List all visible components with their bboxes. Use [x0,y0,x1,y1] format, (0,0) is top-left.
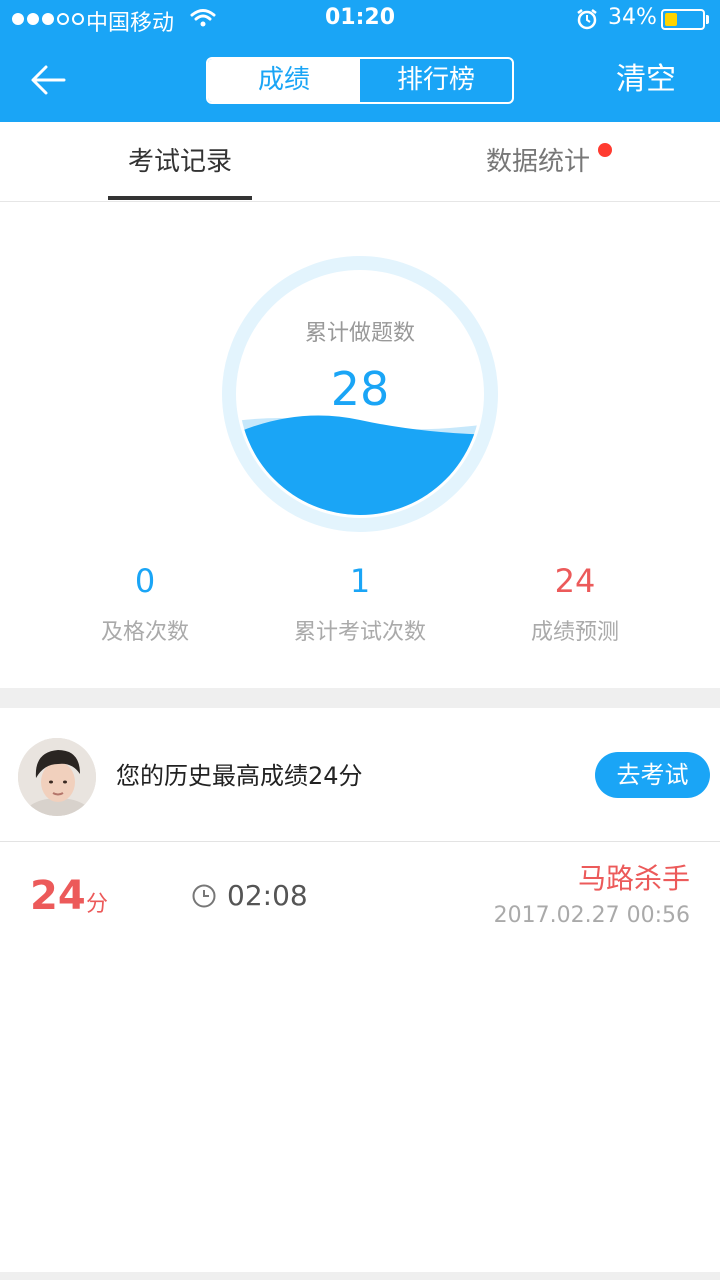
stat-exams: 1 累计考试次数 [240,560,480,646]
stat-passed-value: 0 [134,562,156,600]
record-score: 24 [30,873,86,919]
stat-prediction-value: 24 [554,562,596,600]
bottom-divider [0,1272,720,1280]
stat-exams-value: 1 [349,562,371,600]
record-score-unit: 分 [86,892,109,917]
top-bar: 中国移动 01:20 34% 成绩 排行榜 清空 [0,0,720,122]
tab-exam-records[interactable]: 考试记录 [108,122,252,202]
segment-scores[interactable]: 成绩 [208,59,360,102]
tab-bar: 考试记录 数据统计 [0,122,720,202]
clear-button[interactable]: 清空 [616,60,676,100]
section-divider [0,688,720,708]
exam-record-row[interactable]: 24 分 02:08 马路杀手 2017.02.27 00:56 [0,843,720,943]
take-exam-button[interactable]: 去考试 [595,752,710,798]
stat-prediction: 24 成绩预测 [455,560,695,646]
record-duration: 02:08 [227,879,308,912]
stat-prediction-label: 成绩预测 [530,620,619,645]
segment-ranking[interactable]: 排行榜 [360,59,512,102]
record-datetime: 2017.02.27 00:56 [493,903,690,928]
notification-dot [598,143,612,157]
battery-fill [665,13,677,26]
clock-icon [191,883,217,909]
stat-passed-label: 及格次数 [100,620,189,645]
stat-passed: 0 及格次数 [25,560,265,646]
battery-icon [661,9,705,30]
best-score-text: 您的历史最高成绩24分 [116,762,363,790]
total-questions-value: 28 [330,362,390,416]
stat-exams-label: 累计考试次数 [293,620,426,645]
battery-cap [706,15,709,24]
total-questions-label: 累计做题数 [304,321,415,346]
back-arrow-icon[interactable] [28,60,68,100]
battery-percent: 34% [608,5,657,30]
best-score-row: 您的历史最高成绩24分 去考试 [0,708,720,842]
status-bar: 中国移动 01:20 34% [0,0,720,40]
tab-active-indicator [108,196,252,200]
tab-data-statistics[interactable]: 数据统计 [466,122,610,202]
segment-control: 成绩 排行榜 [206,57,514,104]
alarm-icon [576,8,598,34]
stats-row: 0 及格次数 1 累计考试次数 24 成绩预测 [0,560,720,660]
record-nickname: 马路杀手 [577,862,690,895]
avatar[interactable] [18,738,96,816]
